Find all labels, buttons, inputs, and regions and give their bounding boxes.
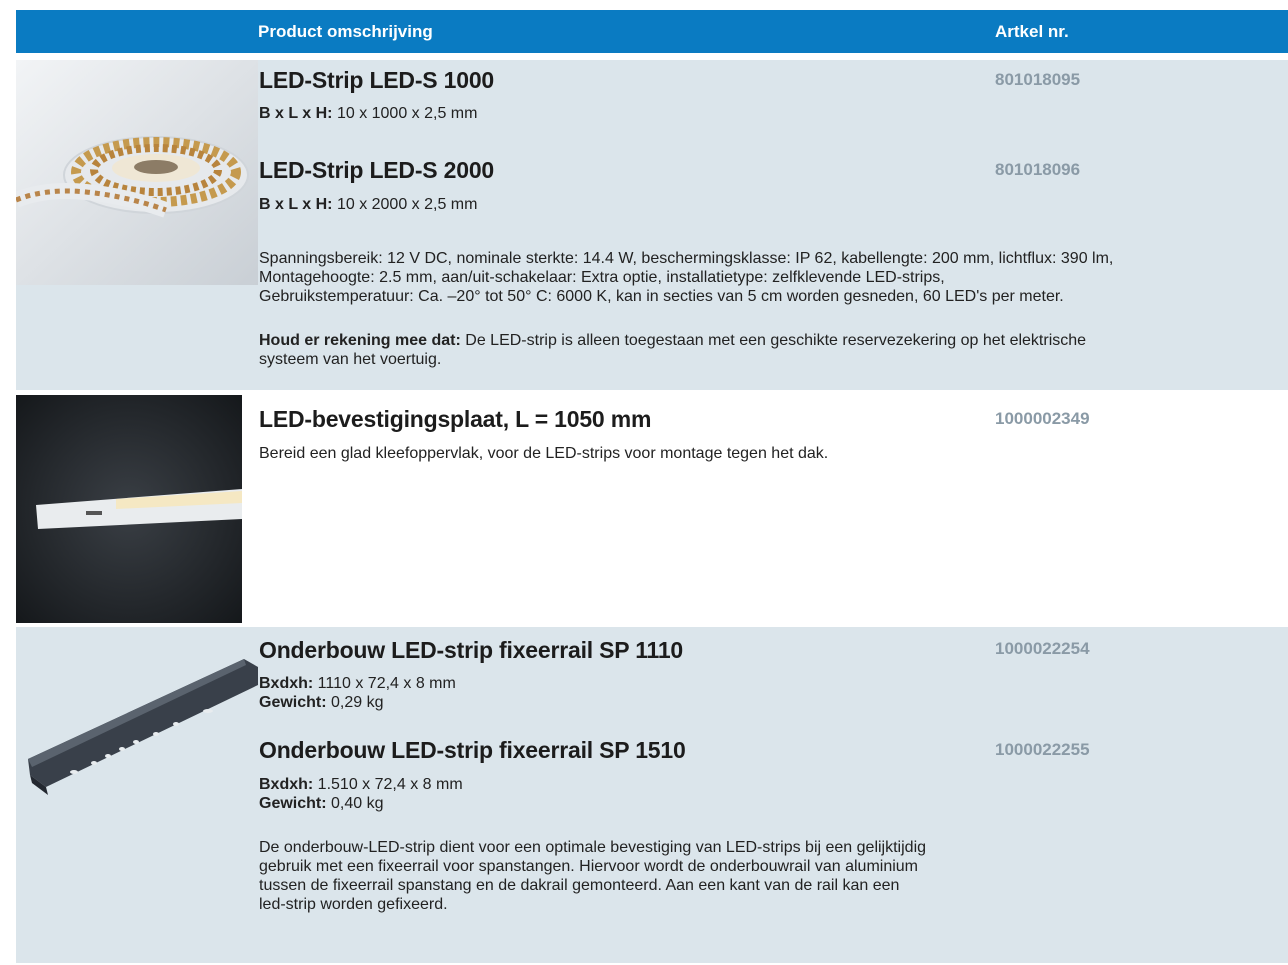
description-line: Gebruikstemperatuur: Ca. –20° tot 50° C:… [259,288,1064,305]
article-number: 1000022255 [995,740,1090,759]
mounting-rail-photo [16,627,258,817]
product-weight: Gewicht: 0,29 kg [259,694,384,712]
product-note: Houd er rekening mee dat: De LED-strip i… [259,331,1269,369]
note-text: systeem van het voertuig. [259,351,442,368]
product-title: LED-Strip LED-S 2000 [259,157,494,183]
note-text: De LED-strip is alleen toegestaan met ee… [460,332,1087,349]
dim-label: Bxdxh: [259,776,314,793]
product-description: Bereid een glad kleefoppervlak, voor de … [259,445,829,462]
product-weight: Gewicht: 0,40 kg [259,795,384,813]
weight-value: 0,29 kg [326,694,384,711]
product-title: LED-bevestigingsplaat, L = 1050 mm [259,406,652,432]
product-description: De onderbouw-LED-strip dient voor een op… [259,838,989,914]
note-label: Houd er rekening mee dat: [259,332,461,349]
weight-label: Gewicht: [259,694,327,711]
spec-value: 10 x 1000 x 2,5 mm [332,105,478,122]
spec-label: B x L x H: [259,105,333,122]
product-description: Spanningsbereik: 12 V DC, nominale sterk… [259,249,1269,306]
product-row-mounting-rail: Onderbouw LED-strip fixeerrail SP 1110 1… [16,627,1288,963]
spec-value: 10 x 2000 x 2,5 mm [332,196,478,213]
product-row-led-strip: LED-Strip LED-S 1000 801018095 B x L x H… [16,60,1288,390]
weight-label: Gewicht: [259,795,327,812]
table-header: Product omschrijving Artkel nr. [16,10,1288,53]
description-line: Montagehoogte: 2.5 mm, aan/uit-schakelaa… [259,269,945,286]
description-line: gebruik met een fixeerrail voor spanstan… [259,858,919,875]
product-row-mounting-plate: LED-bevestigingsplaat, L = 1050 mm 10000… [16,395,1288,623]
description-line: Spanningsbereik: 12 V DC, nominale sterk… [259,250,1114,267]
product-spec: B x L x H: 10 x 1000 x 2,5 mm [259,105,477,123]
spec-label: B x L x H: [259,196,333,213]
dim-label: Bxdxh: [259,675,314,692]
product-title: Onderbouw LED-strip fixeerrail SP 1110 [259,637,684,663]
column-header-description: Product omschrijving [258,22,433,41]
description-line: tussen de fixeerrail spanstang en de dak… [259,877,900,894]
weight-value: 0,40 kg [326,795,384,812]
article-number: 801018096 [995,160,1081,179]
product-spec: B x L x H: 10 x 2000 x 2,5 mm [259,196,477,214]
product-title: LED-Strip LED-S 1000 [259,67,494,93]
description-line: De onderbouw-LED-strip dient voor een op… [259,839,927,856]
led-strip-reel-photo [16,60,258,285]
article-number: 801018095 [995,70,1081,89]
article-number: 1000022254 [995,639,1090,658]
product-dimensions: Bxdxh: 1.510 x 72,4 x 8 mm [259,776,463,794]
led-mounting-plate-photo [16,395,242,623]
column-header-article-number: Artkel nr. [995,22,1069,41]
dim-value: 1.510 x 72,4 x 8 mm [313,776,463,793]
description-line: led-strip worden gefixeerd. [259,896,448,913]
product-title: Onderbouw LED-strip fixeerrail SP 1510 [259,737,686,763]
dim-value: 1110 x 72,4 x 8 mm [313,675,456,692]
article-number: 1000002349 [995,409,1090,428]
product-dimensions: Bxdxh: 1110 x 72,4 x 8 mm [259,675,456,693]
